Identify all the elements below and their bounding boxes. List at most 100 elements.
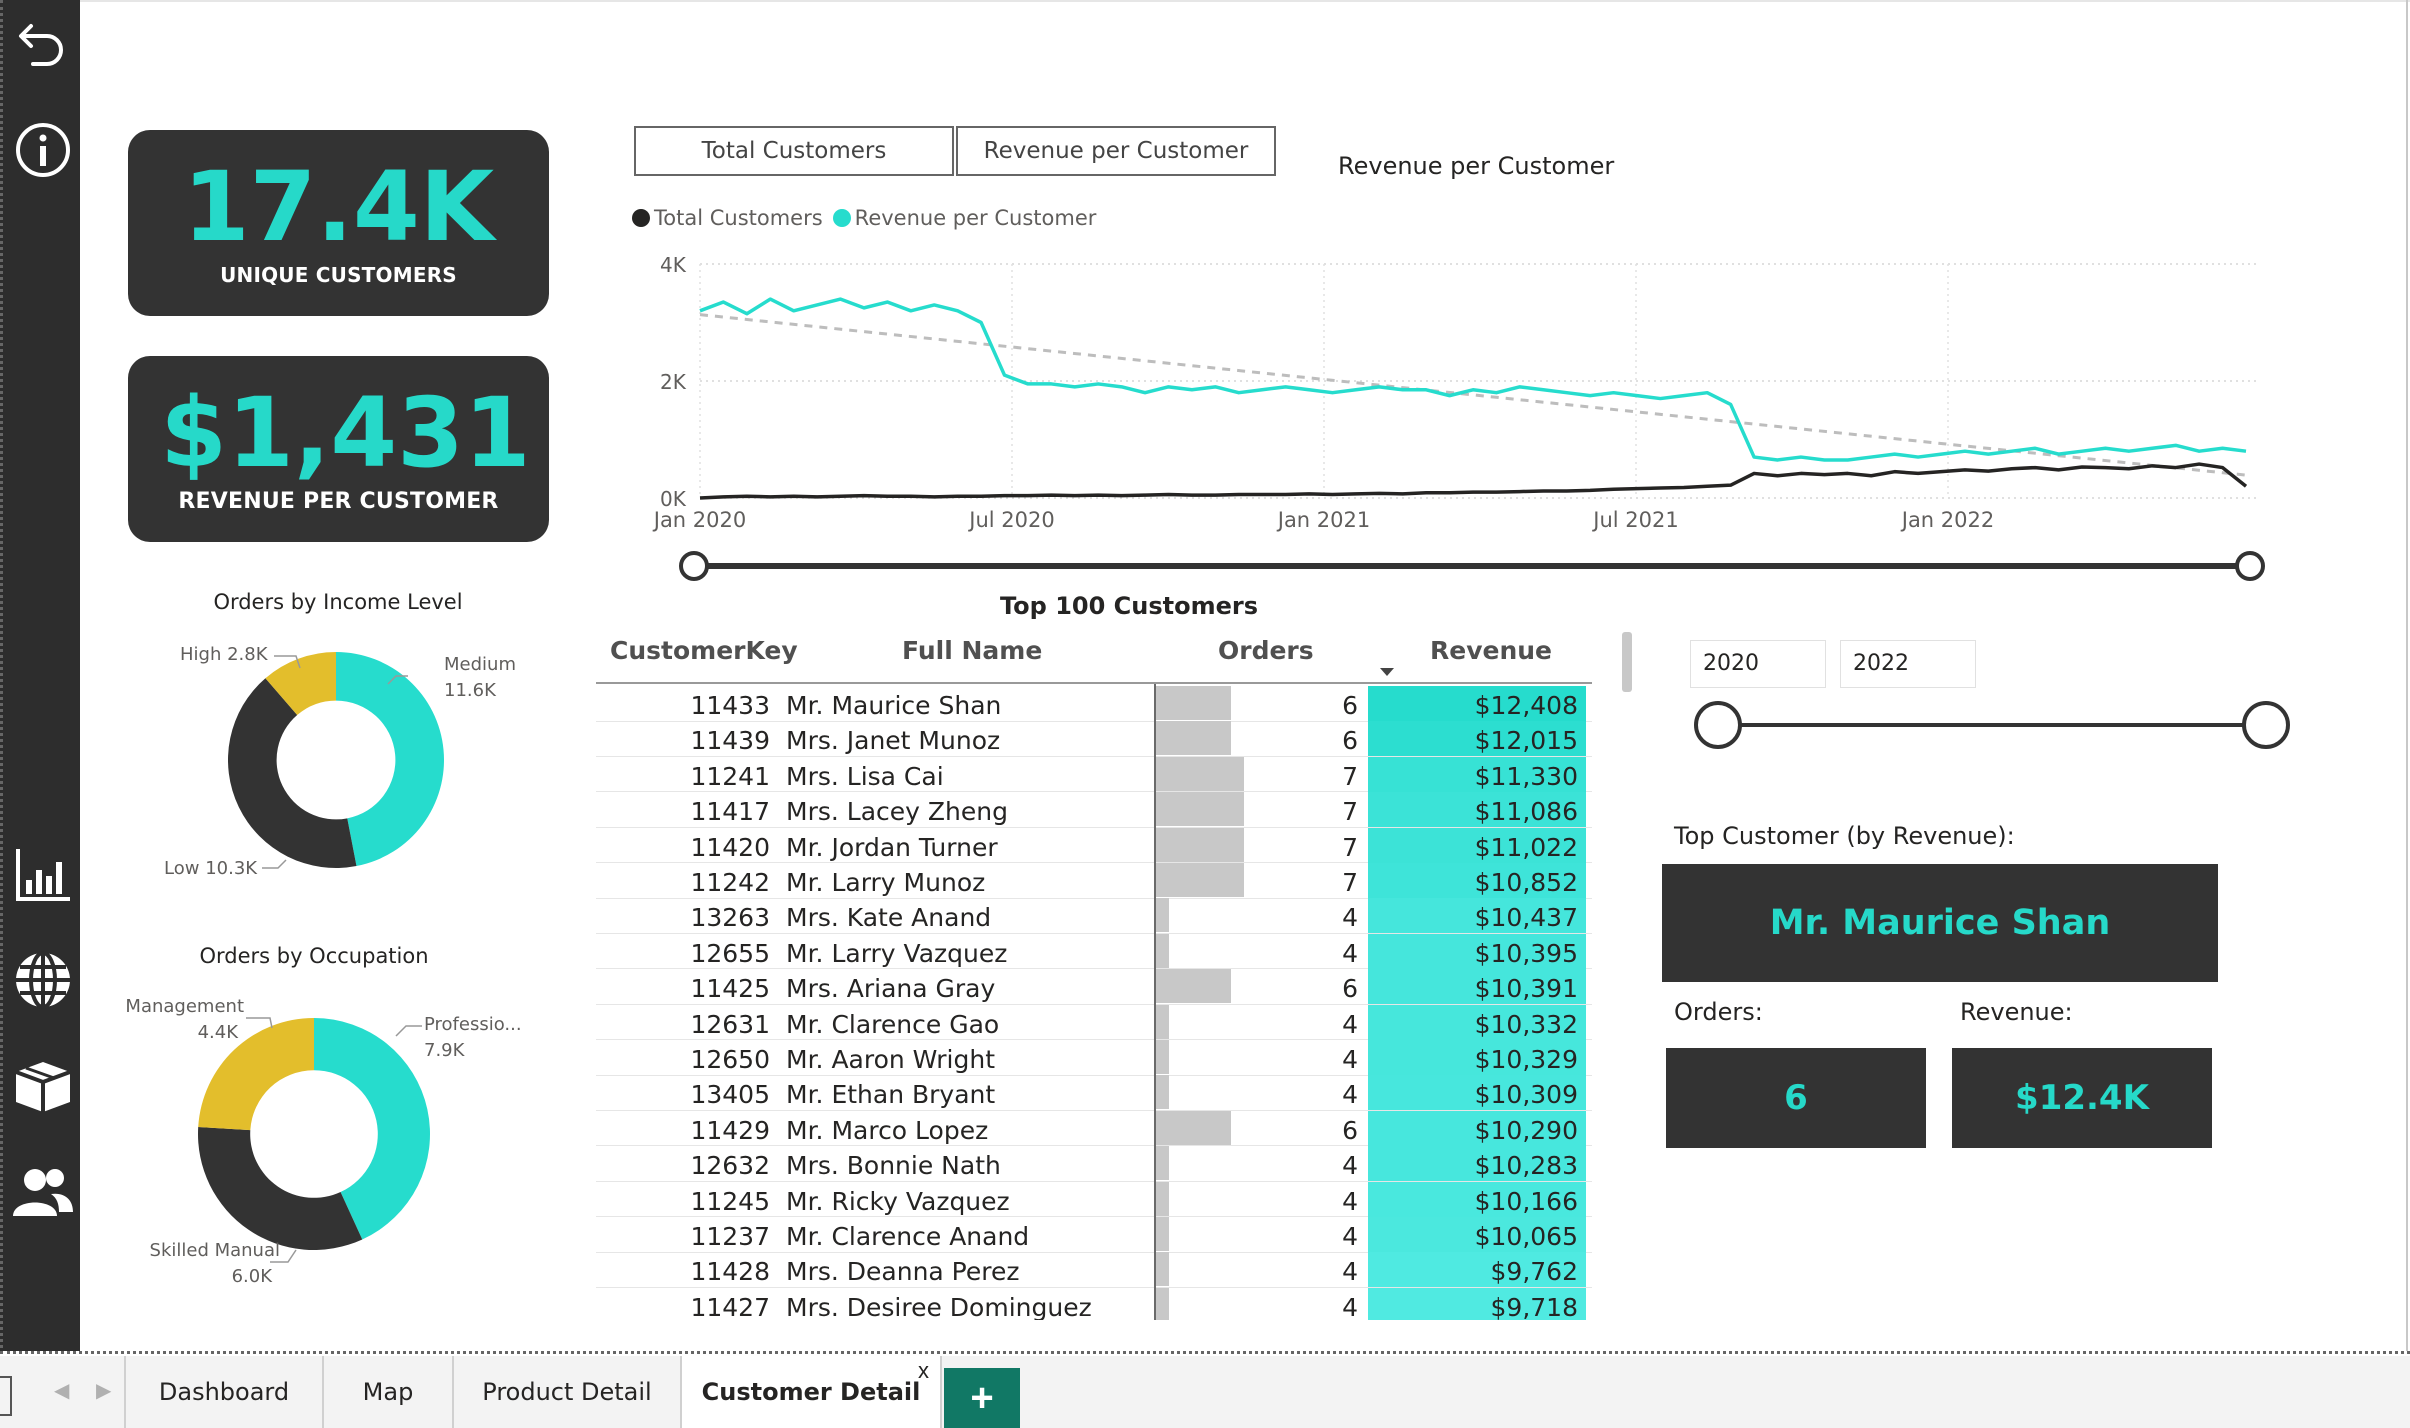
date-range-slider[interactable]: [676, 546, 2268, 586]
revenue-per-customer-button[interactable]: Revenue per Customer: [956, 126, 1276, 176]
table-row[interactable]: 12632 Mrs. Bonnie Nath 4 $10,283: [596, 1146, 1592, 1182]
table-row[interactable]: 11420 Mr. Jordan Turner 7 $11,022: [596, 827, 1592, 864]
revenue-per-customer-value: $1,431: [160, 376, 531, 489]
legend-revenue-per-customer[interactable]: Revenue per Customer: [855, 206, 1097, 230]
cell-customer-key: 11427: [690, 1292, 770, 1320]
year-end-input[interactable]: 2022: [1840, 640, 1976, 688]
table-row[interactable]: 11417 Mrs. Lacey Zheng 7 $11,086: [596, 792, 1592, 828]
date-slider-start-handle[interactable]: [679, 551, 709, 581]
year-slider-start-handle[interactable]: [1694, 701, 1742, 749]
cell-orders: 4: [1342, 938, 1358, 968]
sort-desc-icon[interactable]: [1378, 666, 1396, 678]
table-row[interactable]: 12655 Mr. Larry Vazquez 4 $10,395: [596, 933, 1592, 970]
tab-scroll-left-icon[interactable]: ◀: [54, 1378, 69, 1403]
date-slider-end-handle[interactable]: [2235, 551, 2265, 581]
tab-map[interactable]: Map: [324, 1356, 454, 1428]
table-row[interactable]: 13263 Mrs. Kate Anand 4 $10,437: [596, 898, 1592, 934]
year-range-slider[interactable]: [1690, 700, 2292, 750]
box-icon[interactable]: [3, 1046, 83, 1126]
cell-revenue: $10,065: [1368, 1217, 1586, 1252]
table-row[interactable]: 11425 Mrs. Ariana Gray 6 $10,391: [596, 969, 1592, 1005]
table-row[interactable]: 13405 Mr. Ethan Bryant 4 $10,309: [596, 1075, 1592, 1111]
line-chart-title: Revenue per Customer: [1338, 152, 1615, 180]
series-line-revenue-per-customer[interactable]: [699, 297, 2247, 462]
cell-revenue: $9,762: [1368, 1252, 1586, 1288]
table-row[interactable]: 11237 Mr. Clarence Anand 4 $10,065: [596, 1217, 1592, 1253]
users-icon[interactable]: [3, 1152, 83, 1232]
cell-revenue: $12,408: [1368, 686, 1586, 721]
top-customer-label: Top Customer (by Revenue):: [1674, 822, 2015, 850]
cell-customer-key: 11425: [690, 974, 770, 1004]
unique-customers-card: 17.4K UNIQUE CUSTOMERS: [128, 130, 549, 316]
cell-revenue: $10,391: [1368, 969, 1586, 1005]
orders-column-divider: [1154, 684, 1156, 1320]
cell-revenue: $11,086: [1368, 792, 1586, 828]
year-start-input[interactable]: 2020: [1690, 640, 1826, 688]
page-view-icon[interactable]: [0, 1376, 12, 1416]
cell-orders: 6: [1342, 691, 1358, 720]
revenue-label: Revenue:: [1960, 998, 2073, 1026]
legend-dot-total-customers: [632, 209, 650, 227]
cell-revenue: $10,329: [1368, 1040, 1586, 1075]
tab-close-icon[interactable]: x: [918, 1358, 929, 1384]
header-full-name[interactable]: Full Name: [902, 636, 1042, 665]
income-high-name: High: [180, 644, 222, 665]
cell-full-name: Mr. Larry Vazquez: [786, 938, 1008, 968]
top-customers-table: CustomerKey Full Name Orders Revenue 114…: [596, 626, 1592, 1320]
table-header-divider: [596, 682, 1592, 684]
x-tick-label: Jul 2021: [1591, 508, 1678, 532]
table-title: Top 100 Customers: [1000, 592, 1259, 620]
table-row[interactable]: 11433 Mr. Maurice Shan 6 $12,408: [596, 686, 1592, 722]
revenue-per-customer-label: REVENUE PER CUSTOMER: [178, 488, 499, 514]
globe-icon[interactable]: [3, 940, 83, 1020]
table-row[interactable]: 11241 Mrs. Lisa Cai 7 $11,330: [596, 756, 1592, 793]
cell-customer-key: 12655: [690, 938, 770, 968]
back-arrow-icon[interactable]: [3, 2, 83, 82]
income-medium-value: 11.6K: [444, 680, 496, 701]
cell-customer-key: 11242: [690, 868, 770, 897]
cell-full-name: Mrs. Lisa Cai: [786, 761, 944, 791]
header-customer-key[interactable]: CustomerKey: [610, 636, 798, 665]
cell-revenue: $10,283: [1368, 1146, 1586, 1182]
cell-orders: 6: [1342, 1115, 1358, 1145]
header-orders[interactable]: Orders: [1218, 636, 1314, 665]
x-tick-label: Jan 2020: [652, 508, 747, 532]
series-line-total-customers[interactable]: [699, 462, 2248, 500]
tab-product-detail[interactable]: Product Detail: [454, 1356, 682, 1428]
tab-dashboard[interactable]: Dashboard: [124, 1356, 324, 1428]
table-row[interactable]: 11439 Mrs. Janet Munoz 6 $12,015: [596, 721, 1592, 757]
year-slider-end-handle[interactable]: [2242, 701, 2290, 749]
cell-orders: 7: [1342, 761, 1358, 791]
top-customer-orders-value: 6: [1666, 1048, 1926, 1148]
table-row[interactable]: 11242 Mr. Larry Munoz 7 $10,852: [596, 863, 1592, 899]
total-customers-button[interactable]: Total Customers: [634, 126, 954, 176]
header-revenue[interactable]: Revenue: [1430, 636, 1552, 665]
table-row[interactable]: 11245 Mr. Ricky Vazquez 4 $10,166: [596, 1181, 1592, 1218]
cell-orders: 4: [1342, 1151, 1358, 1181]
table-row[interactable]: 12650 Mr. Aaron Wright 4 $10,329: [596, 1040, 1592, 1076]
income-chart-title: Orders by Income Level: [213, 590, 463, 614]
cell-revenue: $10,332: [1368, 1004, 1586, 1040]
orders-label: Orders:: [1674, 998, 1763, 1026]
table-scrollbar[interactable]: [1622, 632, 1632, 692]
cell-customer-key: 13405: [690, 1080, 770, 1110]
cell-customer-key: 11439: [690, 726, 770, 756]
cell-orders: 4: [1342, 1222, 1358, 1251]
tab-customer-detail[interactable]: Customer Detail: [682, 1356, 942, 1428]
info-icon[interactable]: [3, 110, 83, 190]
legend-total-customers[interactable]: Total Customers: [654, 206, 823, 230]
occupation-chart-title: Orders by Occupation: [199, 944, 429, 968]
tab-scroll-right-icon[interactable]: ▶: [96, 1378, 111, 1403]
occupation-skilled-value: 6.0K: [231, 1266, 272, 1287]
cell-customer-key: 11237: [690, 1222, 770, 1251]
add-page-button[interactable]: +: [944, 1368, 1020, 1428]
table-row[interactable]: 11429 Mr. Marco Lopez 6 $10,290: [596, 1110, 1592, 1147]
cell-full-name: Mrs. Kate Anand: [786, 903, 992, 933]
revenue-per-customer-card: $1,431 REVENUE PER CUSTOMER: [128, 356, 549, 542]
page-tab-bar: ◀ ▶ Dashboard Map Product Detail Custome…: [0, 1356, 2410, 1428]
cell-full-name: Mr. Maurice Shan: [786, 691, 1002, 720]
table-row[interactable]: 12631 Mr. Clarence Gao 4 $10,332: [596, 1004, 1592, 1041]
bar-chart-icon[interactable]: [3, 834, 83, 914]
table-row[interactable]: 11428 Mrs. Deanna Perez 4 $9,762: [596, 1252, 1592, 1288]
table-row[interactable]: 11427 Mrs. Desiree Dominguez 4 $9,718: [596, 1287, 1592, 1320]
